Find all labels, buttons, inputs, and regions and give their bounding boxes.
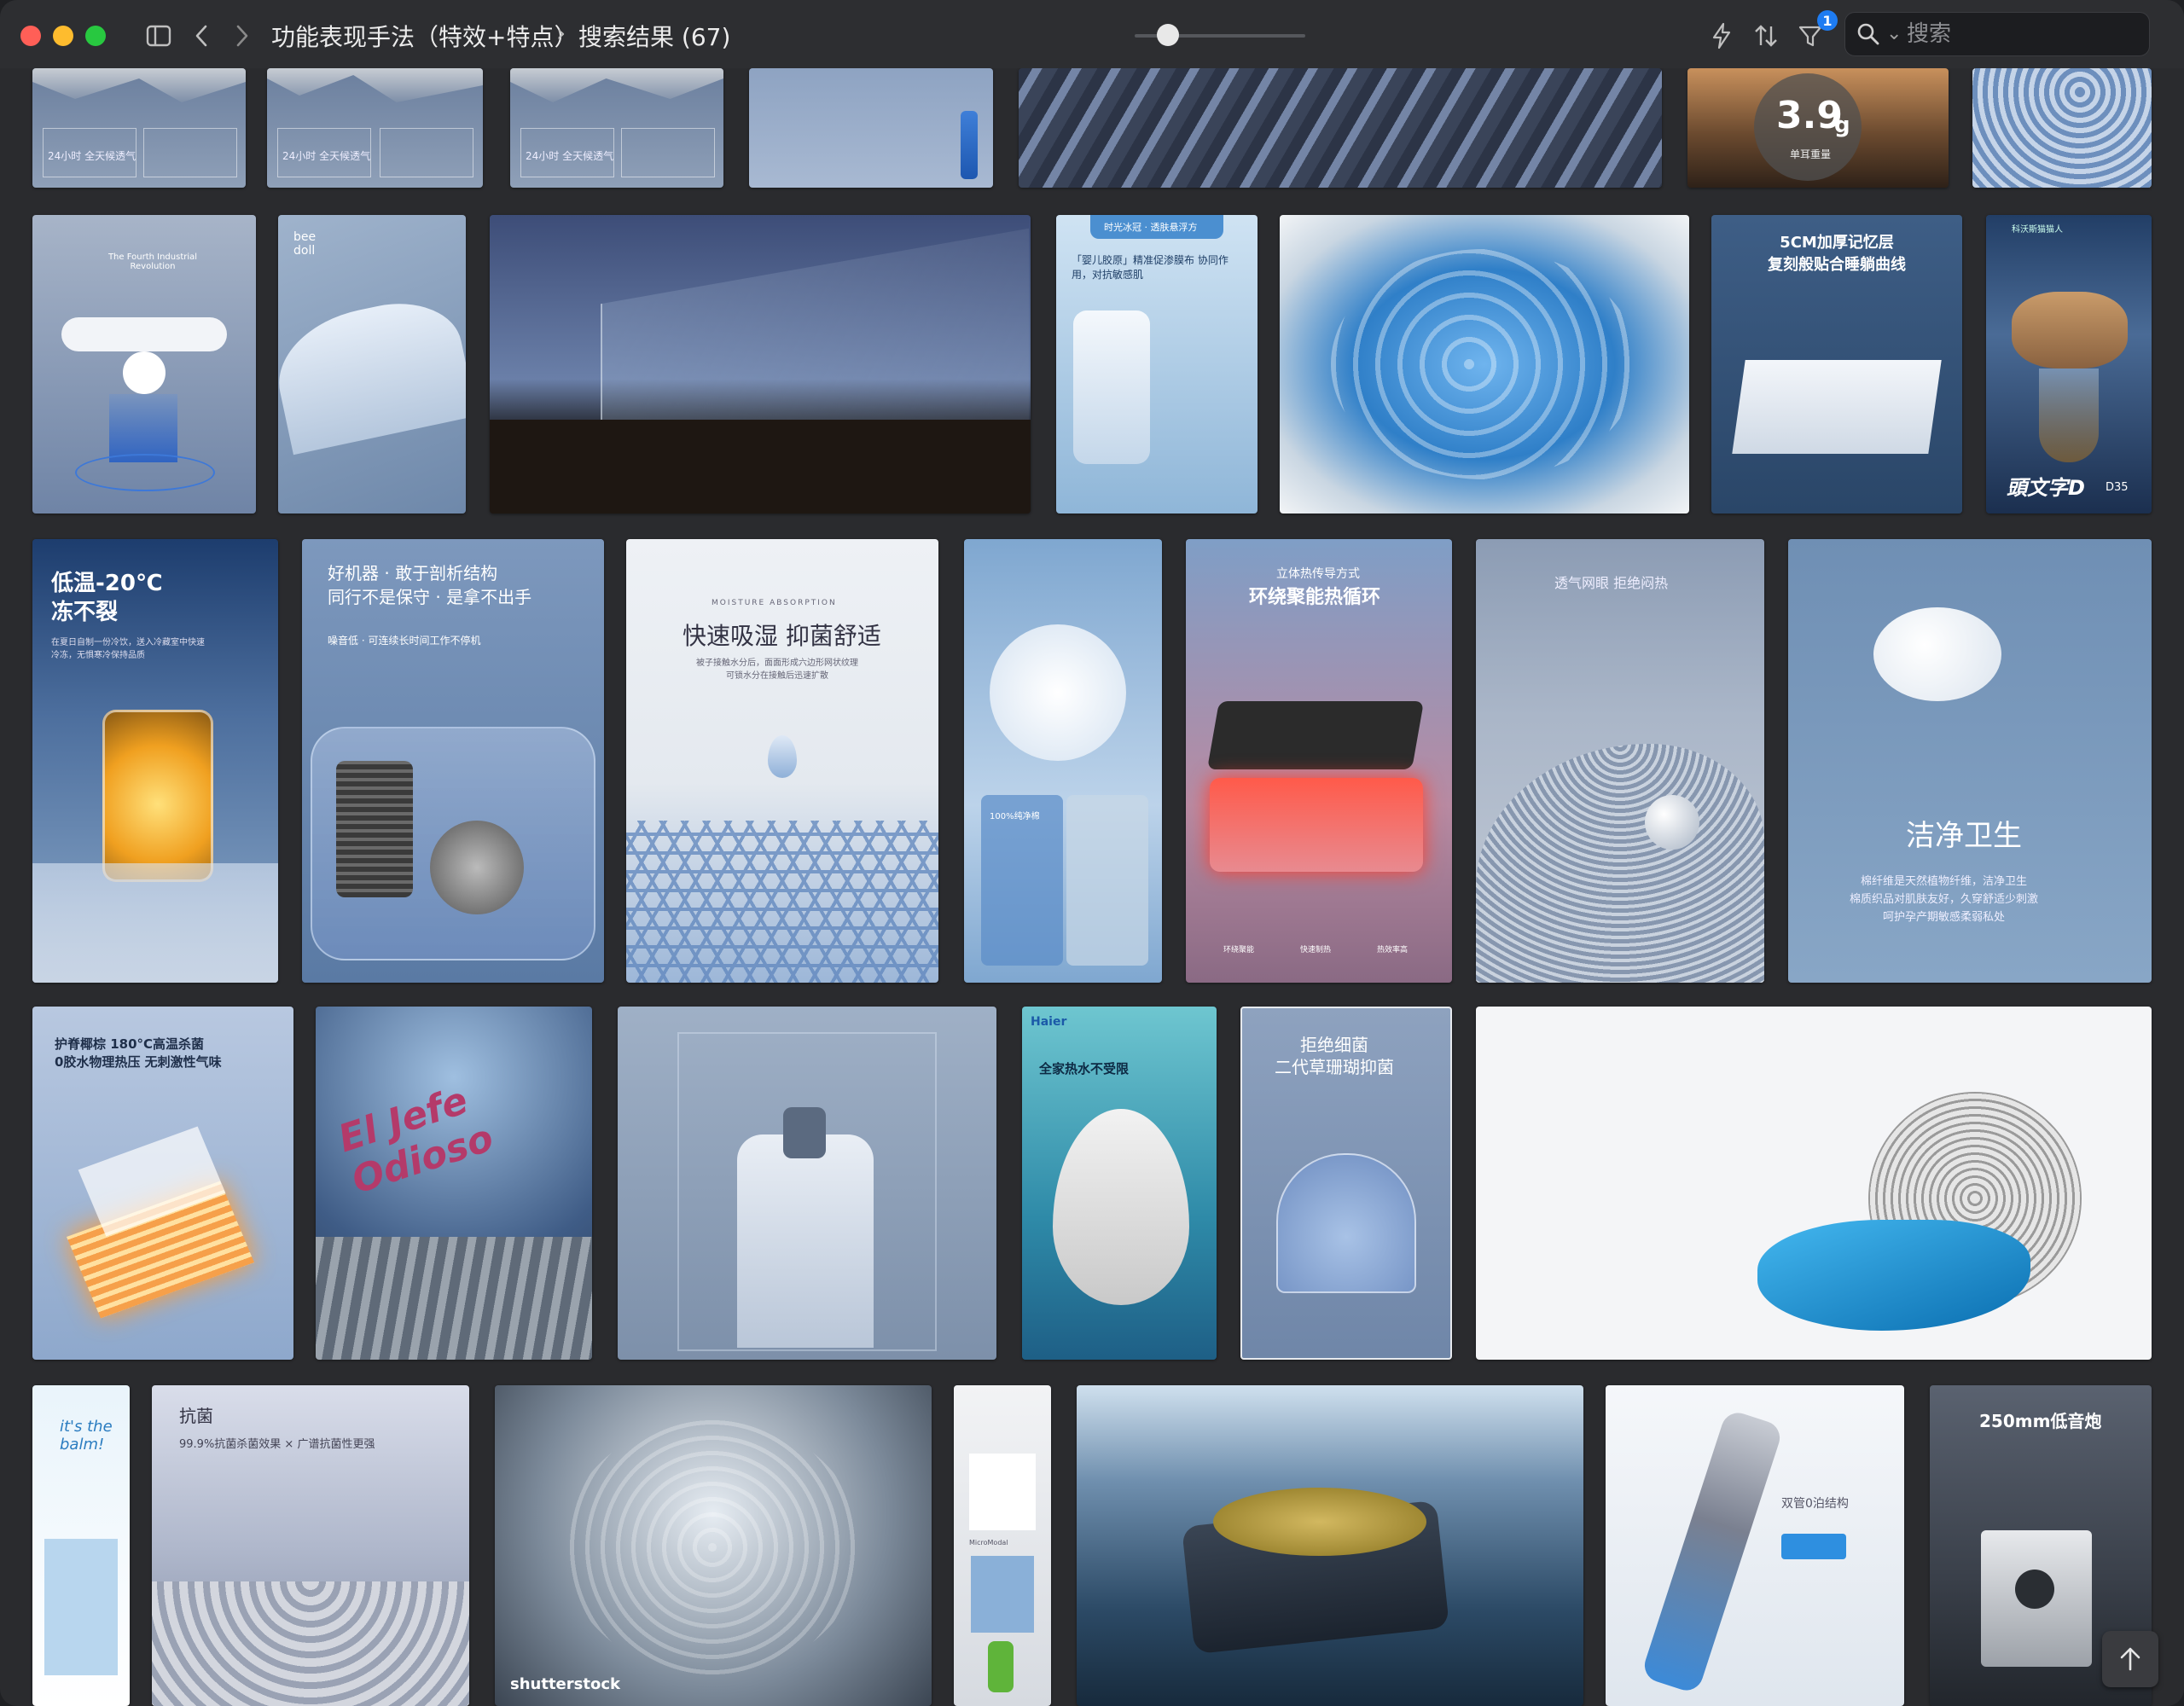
sort-icon[interactable] [1751, 20, 1781, 51]
thumbnail[interactable]: 透气网眼 拒绝闷热 [1476, 539, 1764, 983]
feature-label: 热效率高 [1377, 946, 1409, 955]
thumbnail[interactable]: 100%纯净棉 [964, 539, 1162, 983]
thumbnail[interactable]: 24小时 全天候透气 [32, 68, 246, 188]
thumbnail[interactable]: 科沃斯猫猫人 頭文字D D35 [1986, 215, 2152, 514]
breadcrumb-folder[interactable]: 功能表现手法（特效+特点） [271, 19, 578, 53]
search-icon [1856, 21, 1881, 50]
thumb-title: El Jefe Odioso [333, 1078, 499, 1203]
thumb-title: 环绕聚能热循环 [1249, 587, 1381, 608]
thumb-tag: 时光冰冠 · 透肤悬浮方 [1104, 222, 1198, 233]
thumb-title: 「婴儿胶原」精准促渗膜布 协同作用，对抗敏感肌 [1072, 254, 1228, 281]
thumbnail[interactable] [1077, 1385, 1583, 1706]
thumb-title: 快速吸湿 抑菌舒适 [682, 622, 881, 650]
thumbnail[interactable] [1972, 68, 2152, 188]
scroll-to-top-button[interactable] [2102, 1631, 2158, 1687]
thumb-tag: 科沃斯猫猫人 [2012, 225, 2063, 235]
thumbnail[interactable]: 时光冰冠 · 透肤悬浮方 「婴儿胶原」精准促渗膜布 协同作用，对抗敏感肌 [1056, 215, 1258, 514]
thumbnail-grid: 24小时 全天候透气 24小时 全天候透气 24小时 全天候透气 3.9 g 单… [0, 68, 2184, 1706]
thumbnail[interactable]: 护脊椰棕 180°C高温杀菌 0胶水物理热压 无刺激性气味 [32, 1007, 293, 1360]
weight-value: 3.9 [1776, 94, 1843, 137]
filter-count-badge: 1 [1817, 10, 1838, 31]
lightning-icon[interactable] [1706, 20, 1737, 51]
thumbnail[interactable]: 24小时 全天候透气 [267, 68, 483, 188]
thumbnail[interactable]: Haier 全家热水不受限 [1022, 1007, 1217, 1360]
thumbnail[interactable] [749, 68, 993, 188]
thumb-title: 全家热水不受限 [1039, 1061, 1130, 1076]
breadcrumb-chevron-icon: › [556, 19, 566, 47]
forward-icon[interactable] [227, 20, 258, 51]
close-window-button[interactable] [20, 26, 41, 46]
thumbnail[interactable]: 3.9 g 单耳重量 [1687, 68, 1949, 188]
thumbnail[interactable] [1476, 1007, 2152, 1360]
feature-label: 快速制热 [1300, 946, 1332, 955]
thumbnail[interactable] [618, 1007, 996, 1360]
thumb-title: 好机器 · 敢于剖析结构 同行不是保守 · 是拿不出手 [328, 563, 532, 607]
breadcrumb-search-result: 搜索结果 (67) [578, 23, 731, 51]
thumbnail[interactable]: 好机器 · 敢于剖析结构 同行不是保守 · 是拿不出手 噪音低 · 可连续长时间… [302, 539, 604, 983]
thumb-list-header: 100%纯净棉 [990, 812, 1040, 821]
toolbar: 功能表现手法（特效+特点） › 搜索结果 (67) 1 ⌄ [0, 0, 2184, 68]
thumbnail[interactable]: 洁净卫生 棉纤维是天然植物纤维，洁净卫生 棉质织品对肌肤友好，久穿舒适少刺激 呵… [1788, 539, 2152, 983]
brand-logo: bee doll [293, 230, 317, 258]
app-window: 功能表现手法（特效+特点） › 搜索结果 (67) 1 ⌄ 搜索 24小时 全天… [0, 0, 2184, 1706]
thumbnail[interactable]: 24小时 全天候透气 [510, 68, 723, 188]
search-scope-chevron-icon[interactable]: ⌄ [1886, 23, 1902, 44]
minimize-window-button[interactable] [53, 26, 73, 46]
thumb-subtitle: 棉纤维是天然植物纤维，洁净卫生 棉质织品对肌肤友好，久穿舒适少刺激 呵护孕产期敏… [1850, 875, 2039, 924]
thumbnail[interactable]: 立体热传导方式 环绕聚能热循环 环绕聚能 快速制热 热效率高 [1186, 539, 1452, 983]
thumbnail[interactable]: El Jefe Odioso [316, 1007, 592, 1360]
thumbnail[interactable]: 抗菌 99.9%抗菌杀菌效果 × 广谱抗菌性更强 [152, 1385, 469, 1706]
watermark: shutterstock [510, 1675, 620, 1693]
thumb-subtitle: 立体热传导方式 [1276, 567, 1360, 581]
thumb-subtitle: 在夏日自制一份冷饮，送入冷藏室中快速冷冻，无惧寒冷保持品质 [51, 638, 205, 660]
thumb-title: 低温-20℃ 冻不裂 [51, 571, 163, 625]
thumb-caption: 24小时 全天候透气 [48, 150, 136, 162]
sidebar-toggle-icon[interactable] [143, 20, 174, 51]
thumbnail[interactable]: bee doll [278, 215, 466, 514]
thumb-caption: 24小时 全天候透气 [526, 150, 614, 162]
thumbnail[interactable] [1280, 215, 1689, 514]
thumb-title: 洁净卫生 [1906, 819, 2022, 853]
weight-label: 单耳重量 [1790, 148, 1832, 160]
weight-unit: g [1834, 113, 1850, 138]
thumbnail[interactable] [490, 215, 1031, 514]
thumb-title: 250mm低音炮 [1979, 1411, 2102, 1431]
thumbnail[interactable]: 拒绝细菌 二代草珊瑚抑菌 [1240, 1007, 1452, 1360]
thumbnail[interactable]: 5CM加厚记忆层 复刻般贴合睡躺曲线 [1711, 215, 1962, 514]
thumbnail[interactable]: 低温-20℃ 冻不裂 在夏日自制一份冷饮，送入冷藏室中快速冷冻，无惧寒冷保持品质 [32, 539, 278, 983]
thumb-caption: 24小时 全天候透气 [282, 150, 371, 162]
thumb-title: 拒绝细菌 二代草珊瑚抑菌 [1275, 1035, 1394, 1077]
thumb-title: 双管0泊结构 [1781, 1497, 1849, 1511]
thumb-title: 抗菌 [179, 1406, 213, 1426]
brand-logo: it's the balm! [60, 1418, 113, 1454]
back-icon[interactable] [186, 20, 217, 51]
thumb-subtitle: 被子接触水分后，面面形成六边形网状纹理 可锁水分在接触后迅速扩散 [696, 659, 858, 681]
feature-label: 环绕聚能 [1223, 946, 1255, 955]
thumb-title: 5CM加厚记忆层 复刻般贴合睡躺曲线 [1768, 234, 1906, 274]
thumbnail[interactable]: The Fourth Industrial Revolution [32, 215, 256, 514]
thumb-model: D35 [2106, 481, 2129, 494]
search-box[interactable]: ⌄ [1844, 12, 2150, 56]
brand-logo: Haier [1031, 1015, 1067, 1029]
brand-logo: MicroModal [969, 1539, 1008, 1546]
thumbnail-size-slider-knob[interactable] [1157, 24, 1179, 46]
thumb-tag: MOISTURE ABSORPTION [712, 599, 837, 607]
thumb-subtitle: 噪音低 · 可连续长时间工作不停机 [328, 635, 481, 647]
thumbnail[interactable]: it's the balm! [32, 1385, 130, 1706]
thumbnail[interactable] [1019, 68, 1662, 188]
thumb-title: The Fourth Industrial Revolution [107, 252, 198, 271]
thumbnail[interactable]: MicroModal [954, 1385, 1051, 1706]
thumbnail[interactable]: shutterstock [495, 1385, 932, 1706]
thumb-title: 透气网眼 拒绝闷热 [1554, 575, 1669, 591]
thumb-title: 頭文字D [2007, 476, 2085, 500]
thumbnail[interactable]: 双管0泊结构 [1606, 1385, 1904, 1706]
thumb-title: 护脊椰棕 180°C高温杀菌 0胶水物理热压 无刺激性气味 [55, 1036, 222, 1070]
thumbnail[interactable]: MOISTURE ABSORPTION 快速吸湿 抑菌舒适 被子接触水分后，面面… [626, 539, 938, 983]
scroll-to-top-icon [2120, 1647, 2140, 1671]
search-input[interactable] [1905, 18, 2139, 50]
thumb-subtitle: 99.9%抗菌杀菌效果 × 广谱抗菌性更强 [179, 1438, 375, 1451]
zoom-window-button[interactable] [85, 26, 106, 46]
